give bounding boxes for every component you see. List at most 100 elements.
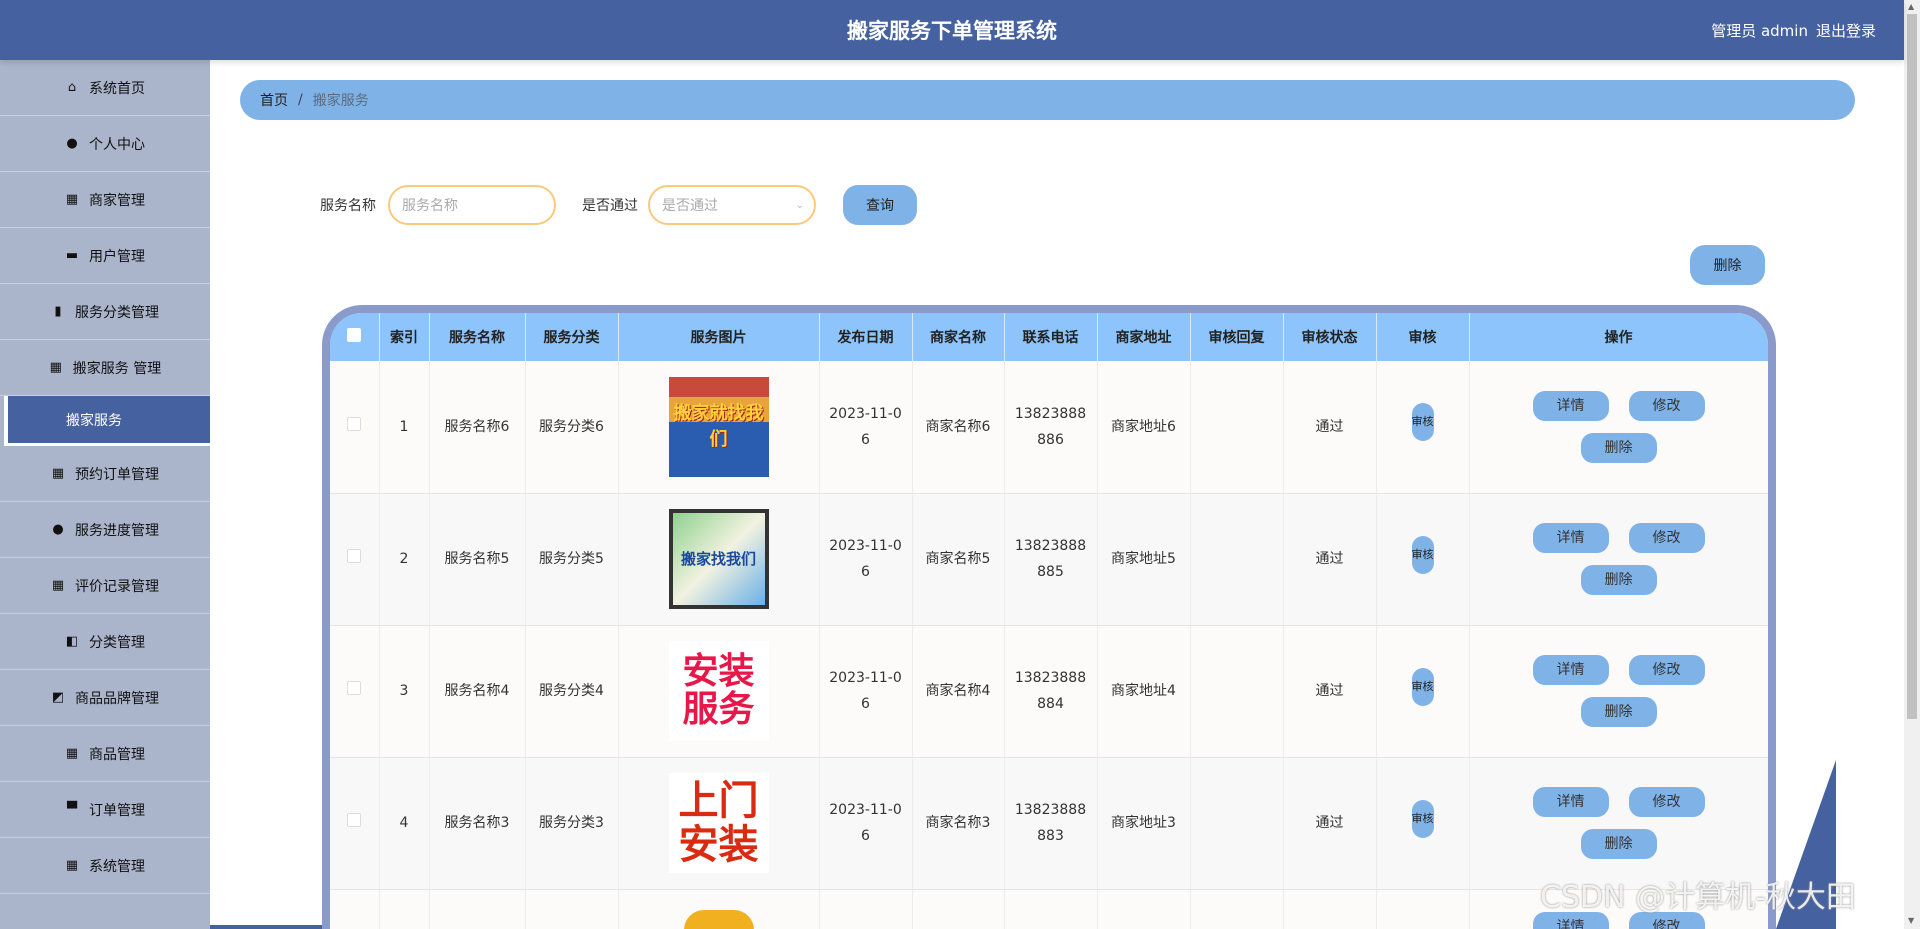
service-name-input[interactable]: 服务名称 bbox=[388, 185, 556, 225]
audit-button[interactable]: 审核 bbox=[1411, 667, 1434, 706]
address-cell: 商家地址6 bbox=[1097, 361, 1191, 494]
merchant-cell: 商家名称4 bbox=[912, 625, 1005, 758]
merchant-cell: 商家名称5 bbox=[912, 493, 1005, 626]
sidebar-item-8[interactable]: ● 服务进度管理 bbox=[0, 502, 210, 558]
image-cell: 上门安装 bbox=[618, 757, 820, 890]
delete-button[interactable]: 删除 bbox=[1580, 829, 1657, 859]
select-all-checkbox[interactable] bbox=[347, 328, 362, 342]
checkbox-cell bbox=[330, 757, 380, 890]
index-cell: 4 bbox=[379, 757, 430, 890]
scrollbar-thumb[interactable] bbox=[1907, 14, 1917, 719]
chart-icon: ◩ bbox=[51, 689, 65, 705]
edit-button[interactable]: 修改 bbox=[1628, 655, 1705, 685]
query-button[interactable]: 查询 bbox=[843, 185, 917, 225]
sidebar-item-6[interactable]: 搬家服务 bbox=[4, 396, 210, 446]
index-cell bbox=[379, 889, 430, 929]
scroll-up-icon[interactable]: ▲ bbox=[1908, 2, 1914, 11]
sidebar-item-label: 订单管理 bbox=[89, 802, 145, 819]
breadcrumb-separator: / bbox=[298, 92, 303, 108]
row-checkbox[interactable] bbox=[347, 681, 362, 695]
vertical-scrollbar[interactable]: ▲ ▼ bbox=[1904, 0, 1920, 929]
batch-delete-button[interactable]: 删除 bbox=[1690, 245, 1765, 285]
sidebar-item-11[interactable]: ◩ 商品品牌管理 bbox=[0, 670, 210, 726]
sidebar-item-12[interactable]: ▦ 商品管理 bbox=[0, 726, 210, 782]
date-cell: 2023-11-06 bbox=[819, 493, 913, 626]
monitor-icon: ▀ bbox=[67, 801, 77, 817]
delete-button[interactable]: 删除 bbox=[1580, 697, 1657, 727]
image-cell: 安装服务 bbox=[618, 625, 820, 758]
row-actions: 详情 修改删除 bbox=[1509, 523, 1729, 595]
scroll-down-icon[interactable]: ▼ bbox=[1908, 916, 1914, 925]
audit-button[interactable]: 审核 bbox=[1411, 799, 1434, 838]
image-cell: 搬家就找我们 bbox=[618, 361, 820, 494]
merchant-cell: 商家名称6 bbox=[912, 361, 1005, 494]
pass-placeholder: 是否通过 bbox=[662, 198, 718, 214]
sidebar-item-label: 商品品牌管理 bbox=[75, 690, 159, 707]
name-cell: 服务名称6 bbox=[429, 361, 526, 494]
service-image bbox=[683, 909, 754, 929]
sidebar-item-9[interactable]: ▦ 评价记录管理 bbox=[0, 558, 210, 614]
sidebar-item-1[interactable]: ● 个人中心 bbox=[0, 116, 210, 172]
table-row: 4 服务名称3 服务分类3 上门安装 2023-11-06 商家名称3 1382388888… bbox=[330, 757, 1768, 890]
edit-button[interactable]: 修改 bbox=[1628, 523, 1705, 553]
address-cell: 商家地址3 bbox=[1097, 757, 1191, 890]
index-cell: 2 bbox=[379, 493, 430, 626]
sidebar-item-3[interactable]: ▬ 用户管理 bbox=[0, 228, 210, 284]
edit-button[interactable]: 修改 bbox=[1628, 787, 1705, 817]
chevron-down-icon: ⌄ bbox=[795, 199, 804, 211]
detail-button[interactable]: 详情 bbox=[1532, 787, 1609, 817]
detail-button[interactable]: 详情 bbox=[1532, 655, 1609, 685]
sidebar-item-4[interactable]: ▮ 服务分类管理 bbox=[0, 284, 210, 340]
actions-cell: 详情 修改删除 bbox=[1469, 493, 1768, 626]
date-cell bbox=[819, 889, 913, 929]
service-image-caption: 安装服务 bbox=[682, 651, 755, 730]
detail-button[interactable]: 详情 bbox=[1532, 390, 1609, 421]
top-header: 搬家服务下单管理系统 管理员 admin 退出登录 bbox=[0, 0, 1904, 60]
user-icon: ● bbox=[66, 135, 78, 151]
sidebar-item-2[interactable]: ▦ 商家管理 bbox=[0, 172, 210, 228]
detail-button[interactable]: 详情 bbox=[1532, 523, 1609, 553]
edit-button[interactable]: 修改 bbox=[1628, 390, 1705, 421]
admin-user-label: 管理员 admin bbox=[1711, 22, 1808, 40]
sidebar-item-7[interactable]: ▦ 预约订单管理 bbox=[0, 446, 210, 502]
index-cell: 1 bbox=[379, 361, 430, 494]
sidebar-item-14[interactable]: ▦ 系统管理 bbox=[0, 838, 210, 894]
grid-icon: ▦ bbox=[65, 745, 79, 761]
pass-select[interactable]: 是否通过 ⌄ bbox=[648, 185, 816, 225]
grid-icon: ▦ bbox=[65, 857, 79, 873]
audit-cell: 审核 bbox=[1376, 493, 1470, 626]
status-cell bbox=[1283, 889, 1377, 929]
grid-icon: ▦ bbox=[49, 359, 62, 375]
audit-button[interactable]: 审核 bbox=[1411, 535, 1434, 574]
sidebar-item-label: 商家管理 bbox=[89, 192, 145, 209]
merchant-cell bbox=[912, 889, 1005, 929]
address-cell: 商家地址5 bbox=[1097, 493, 1191, 626]
actions-cell: 详情 修改删除 bbox=[1469, 625, 1768, 758]
column-header-0[interactable] bbox=[330, 313, 380, 361]
sidebar-item-10[interactable]: ◧ 分类管理 bbox=[0, 614, 210, 670]
column-header-7: 联系电话 bbox=[1004, 313, 1098, 361]
breadcrumb-home[interactable]: 首页 bbox=[260, 90, 288, 110]
service-image-caption: 搬家找我们 bbox=[680, 550, 756, 568]
row-checkbox[interactable] bbox=[347, 416, 362, 431]
column-header-5: 发布日期 bbox=[819, 313, 913, 361]
audit-button[interactable]: 审核 bbox=[1411, 403, 1434, 442]
row-checkbox[interactable] bbox=[347, 549, 362, 563]
sidebar-item-0[interactable]: ⌂ 系统首页 bbox=[0, 60, 210, 116]
sidebar-item-label: 系统管理 bbox=[89, 858, 145, 875]
briefcase-icon: ▬ bbox=[65, 247, 79, 263]
row-actions: 详情 修改删除 bbox=[1509, 655, 1729, 727]
home-icon: ⌂ bbox=[67, 79, 77, 95]
logout-link[interactable]: 退出登录 bbox=[1816, 22, 1876, 40]
footer-bar bbox=[210, 925, 322, 929]
delete-button[interactable]: 删除 bbox=[1580, 432, 1657, 463]
row-checkbox[interactable] bbox=[347, 813, 362, 827]
sidebar-item-5[interactable]: ▦ 搬家服务 管理 bbox=[0, 340, 210, 396]
clipboard-icon: ▮ bbox=[54, 303, 62, 319]
status-cell: 通过 bbox=[1283, 361, 1377, 494]
merchant-cell: 商家名称3 bbox=[912, 757, 1005, 890]
delete-button[interactable]: 删除 bbox=[1580, 565, 1657, 595]
sidebar-item-13[interactable]: ▀ 订单管理 bbox=[0, 782, 210, 838]
status-cell: 通过 bbox=[1283, 757, 1377, 890]
column-header-4: 服务图片 bbox=[618, 313, 820, 361]
